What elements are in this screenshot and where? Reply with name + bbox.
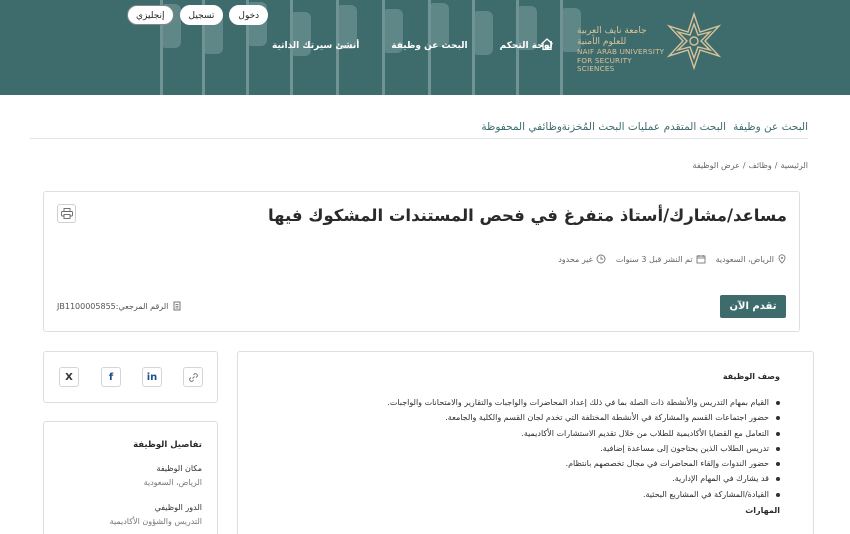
subnav-saved-searches[interactable]: عمليات البحث المُخزنة bbox=[562, 121, 660, 133]
logo-text: جامعة نايف العربية للعلوم الأمنية NAIF A… bbox=[577, 26, 665, 73]
language-button[interactable]: إنجليزي bbox=[127, 5, 174, 25]
job-location: الرياض، السعودية bbox=[716, 254, 787, 264]
list-item: تدريس الطلاب الذين يحتاجون إلى مساعدة إض… bbox=[387, 441, 782, 456]
job-role-value: التدريس والشؤون الأكاديمية bbox=[109, 517, 202, 526]
list-item: القيام بمهام التدريس والأنشطة ذات الصلة … bbox=[387, 395, 782, 410]
breadcrumb: الرئيسية/وظائف/عرض الوظيفة bbox=[692, 161, 808, 170]
clock-icon bbox=[596, 254, 606, 264]
home-icon[interactable] bbox=[540, 37, 554, 51]
job-details-box: تفاصيل الوظيفة مكان الوظيفة الرياض، السع… bbox=[43, 421, 218, 534]
facebook-icon: f bbox=[108, 371, 114, 383]
subnav-advanced-search[interactable]: البحث المتقدم bbox=[664, 121, 726, 133]
job-meta: الرياض، السعودية تم النشر قبل 3 سنوات غي… bbox=[558, 254, 787, 264]
printer-icon bbox=[60, 208, 73, 219]
breadcrumb-current: عرض الوظيفة bbox=[692, 161, 740, 170]
university-logo[interactable]: جامعة نايف العربية للعلوم الأمنية NAIF A… bbox=[577, 12, 727, 73]
job-role-label: الدور الوظيفي bbox=[154, 503, 202, 512]
copy-link-button[interactable] bbox=[183, 367, 203, 387]
skills-title: المهارات bbox=[745, 506, 780, 515]
x-icon: X bbox=[65, 371, 73, 383]
list-item: حضور الندوات وإلقاء المحاضرات في مجال تخ… bbox=[387, 456, 782, 471]
job-title: مساعد/مشارك/أستاذ متفرغ في فحص المستندات… bbox=[267, 206, 787, 225]
share-box: X f in bbox=[43, 351, 218, 403]
job-description-title: وصف الوظيفة bbox=[722, 372, 780, 381]
link-icon bbox=[188, 372, 198, 382]
apply-now-button[interactable]: تقدم الآن bbox=[720, 295, 786, 318]
job-details-title: تفاصيل الوظيفة bbox=[133, 440, 202, 450]
nav-job-search[interactable]: البحث عن وظيفة bbox=[391, 41, 467, 51]
job-location-value: الرياض، السعودية bbox=[143, 478, 202, 487]
list-item: حضور اجتماعات القسم والمشاركة في الأنشطة… bbox=[387, 410, 782, 425]
main-nav: أنشئ سيرتك الذاتية البحث عن وظيفة لوحة ا… bbox=[272, 38, 553, 54]
location-pin-icon bbox=[778, 254, 786, 264]
job-location-label: مكان الوظيفة bbox=[156, 464, 202, 473]
job-reference: الرقم المرجعي:JB1100005855 bbox=[57, 301, 182, 311]
job-duration: غير محدود bbox=[558, 254, 606, 264]
job-duties-list: القيام بمهام التدريس والأنشطة ذات الصلة … bbox=[387, 395, 782, 502]
nav-create-cv[interactable]: أنشئ سيرتك الذاتية bbox=[272, 41, 359, 51]
job-header-card: مساعد/مشارك/أستاذ متفرغ في فحص المستندات… bbox=[43, 191, 800, 332]
breadcrumb-jobs[interactable]: وظائف bbox=[749, 161, 772, 170]
site-header: إنجليزي تسجيل دخول أنشئ سيرتك الذاتية ال… bbox=[0, 0, 850, 95]
share-facebook-button[interactable]: f bbox=[101, 367, 121, 387]
calendar-icon bbox=[696, 255, 706, 264]
share-x-button[interactable]: X bbox=[59, 367, 79, 387]
job-posted: تم النشر قبل 3 سنوات bbox=[616, 254, 706, 264]
sub-nav: البحث عن وظيفة البحث المتقدم عمليات البح… bbox=[30, 119, 808, 139]
linkedin-icon: in bbox=[146, 371, 158, 383]
list-item: القيادة/المشاركة في المشاريع البحثية. bbox=[387, 487, 782, 502]
subnav-saved-jobs[interactable]: وظائفي المحفوظة bbox=[481, 121, 562, 133]
list-item: قد يشارك في المهام الإدارية. bbox=[387, 471, 782, 486]
print-button[interactable] bbox=[57, 204, 76, 223]
share-linkedin-button[interactable]: in bbox=[142, 367, 162, 387]
subnav-job-search[interactable]: البحث عن وظيفة bbox=[733, 121, 808, 133]
breadcrumb-home[interactable]: الرئيسية bbox=[780, 161, 808, 170]
job-description: وصف الوظيفة القيام بمهام التدريس والأنشط… bbox=[237, 351, 814, 534]
auth-buttons: إنجليزي تسجيل دخول bbox=[127, 5, 269, 25]
list-item: التعامل مع القضايا الأكاديمية للطلاب من … bbox=[387, 426, 782, 441]
login-button[interactable]: دخول bbox=[229, 5, 269, 25]
register-button[interactable]: تسجيل bbox=[179, 5, 224, 25]
document-icon bbox=[173, 301, 181, 311]
logo-star-icon bbox=[666, 12, 722, 70]
